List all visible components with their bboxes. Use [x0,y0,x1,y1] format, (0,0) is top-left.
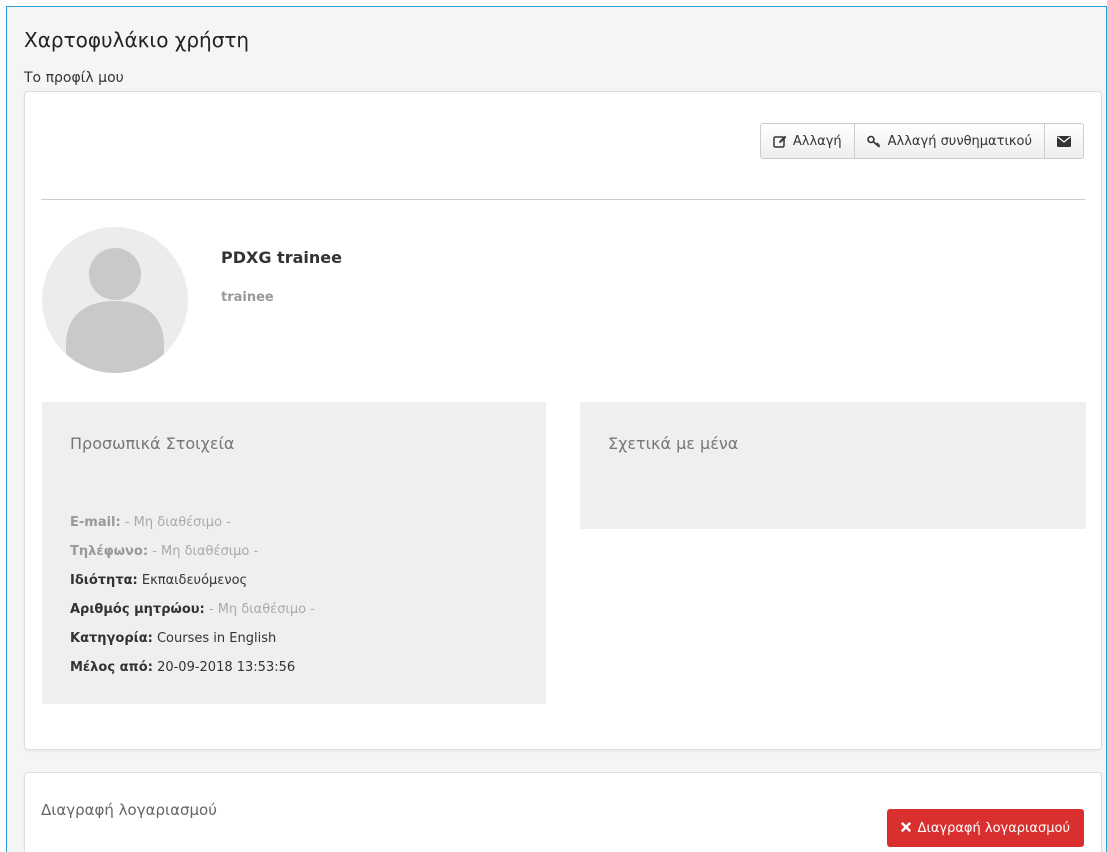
detail-label: Μέλος από: [70,660,153,675]
detail-label: E-mail: [70,515,121,530]
avatar [42,227,188,373]
change-password-label: Αλλαγή συνθηματικού [887,133,1032,149]
detail-value: - Μη διαθέσιμο - [208,602,315,617]
detail-value: - Μη διαθέσιμο - [152,544,259,559]
detail-row-phone: Τηλέφωνο: - Μη διαθέσιμο - [70,537,315,566]
user-full-name: PDXG trainee [221,248,342,267]
user-username: trainee [221,290,274,305]
detail-label: Ιδιότητα: [70,573,138,588]
profile-panel: Αλλαγή Αλλαγή συνθηματικού PDXG trainee … [24,91,1102,750]
detail-row-category: Κατηγορία: Courses in English [70,624,315,653]
profile-actions: Αλλαγή Αλλαγή συνθηματικού [759,123,1084,159]
detail-value: Εκπαιδευόμενος [141,573,248,588]
user-silhouette-icon [66,248,164,373]
detail-value: - Μη διαθέσιμο - [124,515,231,530]
page-title: Χαρτοφυλάκιο χρήστη [24,28,250,52]
detail-row-registration-number: Αριθμός μητρώου: - Μη διαθέσιμο - [70,595,315,624]
detail-value: Courses in English [156,631,277,646]
key-icon [866,135,882,148]
delete-account-button[interactable]: Διαγραφή λογαριασμού [886,809,1084,847]
detail-label: Τηλέφωνο: [70,544,149,559]
header-divider [41,199,1085,200]
personal-info-title: Προσωπικά Στοιχεία [70,434,235,453]
detail-label: Κατηγορία: [70,631,153,646]
detail-value: 20-09-2018 13:53:56 [157,660,296,675]
about-me-title: Σχετικά με μένα [608,434,739,453]
change-password-button[interactable]: Αλλαγή συνθηματικού [855,124,1045,158]
detail-row-role: Ιδιότητα: Εκπαιδευόμενος [70,566,315,595]
page-subtitle: Το προφίλ μου [24,70,124,86]
delete-account-panel: Διαγραφή λογαριασμού Διαγραφή λογαριασμο… [24,772,1102,852]
edit-profile-label: Αλλαγή [792,133,842,149]
close-icon [900,821,911,836]
detail-row-member-since: Μέλος από: 20-09-2018 13:53:56 [70,653,315,682]
personal-info-list: E-mail: - Μη διαθέσιμο - Τηλέφωνο: - Μη … [70,508,315,682]
detail-label: Αριθμός μητρώου: [70,602,205,617]
delete-account-title: Διαγραφή λογαριασμού [41,801,217,819]
main-frame: Χαρτοφυλάκιο χρήστη Το προφίλ μου Αλλαγή [6,6,1107,852]
detail-row-email: E-mail: - Μη διαθέσιμο - [70,508,315,537]
personal-info-box: Προσωπικά Στοιχεία E-mail: - Μη διαθέσιμ… [42,402,546,704]
edit-profile-button[interactable]: Αλλαγή [761,124,855,158]
edit-icon [773,135,787,148]
envelope-icon [1057,135,1071,147]
send-message-button[interactable] [1045,124,1083,158]
about-me-box: Σχετικά με μένα [580,402,1086,529]
delete-account-button-label: Διαγραφή λογαριασμού [917,820,1070,836]
